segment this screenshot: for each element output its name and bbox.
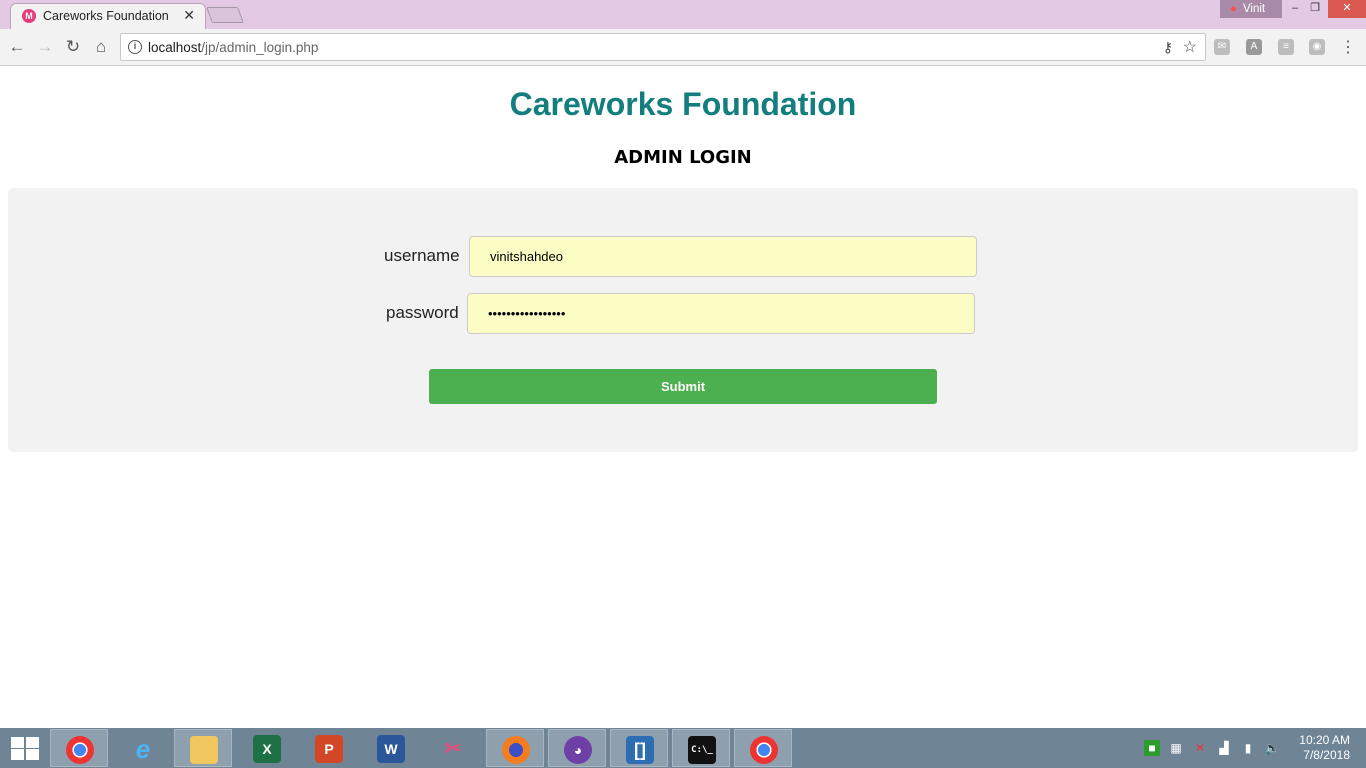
password-label: password xyxy=(386,303,459,322)
browser-titlebar: M Careworks Foundation ✕ ● Vinit – ❐ ✕ xyxy=(0,0,1366,29)
github-cat-icon: ◕ xyxy=(564,736,592,764)
taskbar-powerpoint[interactable]: P xyxy=(300,729,358,767)
reload-icon[interactable]: ↻ xyxy=(62,36,84,58)
taskbar-chrome[interactable] xyxy=(50,729,108,767)
browser-tab[interactable]: M Careworks Foundation ✕ xyxy=(10,3,206,29)
site-info-icon[interactable]: i xyxy=(128,40,142,54)
volume-icon[interactable]: 🔈 xyxy=(1264,740,1280,756)
powerpoint-icon: P xyxy=(315,735,343,763)
tray-alert-icon[interactable]: ✕ xyxy=(1192,740,1208,756)
url-host: localhost xyxy=(148,40,202,55)
username-input[interactable]: vinitshahdeo xyxy=(469,236,977,277)
clock-time: 10:20 AM xyxy=(1299,733,1350,747)
new-tab-button[interactable] xyxy=(206,7,244,23)
taskbar-ie[interactable]: e xyxy=(114,729,172,767)
word-icon: W xyxy=(377,735,405,763)
internet-explorer-icon: e xyxy=(135,734,151,764)
taskbar-clock[interactable]: 10:20 AM 7/8/2018 xyxy=(1290,733,1350,763)
key-icon[interactable]: ⚷ xyxy=(1163,39,1173,56)
browser-toolbar: ← → ↻ ⌂ i localhost/jp/admin_login.php ⚷… xyxy=(0,29,1366,66)
tray-app-icon[interactable]: ■ xyxy=(1144,740,1160,756)
taskbar-file-explorer[interactable] xyxy=(174,729,232,767)
battery-icon[interactable]: ▮ xyxy=(1240,740,1256,756)
wifi-signal-icon[interactable]: ▟ xyxy=(1216,740,1232,756)
taskbar-excel[interactable]: X xyxy=(238,729,296,767)
chrome-icon xyxy=(66,736,94,764)
page-subtitle: ADMIN LOGIN xyxy=(614,147,752,168)
scissors-icon: ✂ xyxy=(444,738,462,760)
profile-name: Vinit xyxy=(1242,3,1266,15)
page-title: Careworks Foundation xyxy=(509,86,857,122)
url-path: /jp/admin_login.php xyxy=(201,40,319,55)
site-favicon-icon: M xyxy=(22,9,36,23)
excel-icon: X xyxy=(253,735,281,763)
taskbar-chrome-2[interactable] xyxy=(734,729,792,767)
submit-button[interactable]: Submit xyxy=(429,369,937,404)
taskbar-command-prompt[interactable]: C:\_ xyxy=(672,729,730,767)
terminal-icon: C:\_ xyxy=(688,736,716,764)
tray-network-icon[interactable]: ▦ xyxy=(1168,740,1184,756)
brackets-icon: [] xyxy=(626,736,654,764)
extension-mail-icon[interactable]: ✉ xyxy=(1214,39,1230,55)
username-label: username xyxy=(384,246,460,265)
firefox-icon xyxy=(502,736,530,764)
taskbar-brackets[interactable]: [] xyxy=(610,729,668,767)
taskbar-firefox[interactable] xyxy=(486,729,544,767)
taskbar-word[interactable]: W xyxy=(362,729,420,767)
address-bar[interactable]: i localhost/jp/admin_login.php ⚷ ☆ xyxy=(120,33,1206,61)
extension-a-icon[interactable]: A xyxy=(1246,39,1262,55)
tab-title: Careworks Foundation xyxy=(43,9,169,23)
home-icon[interactable]: ⌂ xyxy=(90,36,112,58)
clock-date: 7/8/2018 xyxy=(1303,748,1350,762)
profile-button[interactable]: ● Vinit xyxy=(1220,0,1282,18)
taskbar-snipping-tool[interactable]: ✂ xyxy=(424,729,482,767)
taskbar-github-desktop[interactable]: ◕ xyxy=(548,729,606,767)
url-text[interactable]: localhost/jp/admin_login.php xyxy=(148,40,318,55)
chrome-icon xyxy=(750,736,778,764)
extension-shield-icon[interactable]: ◉ xyxy=(1309,39,1325,55)
windows-taskbar: e X P W ✂ ◕ [] C:\_ ■ ▦ ✕ ▟ ▮ 🔈 10:20 AM… xyxy=(0,728,1366,768)
login-form: username vinitshahdeo password •••••••••… xyxy=(8,188,1358,452)
bookmark-star-icon[interactable]: ☆ xyxy=(1183,37,1197,57)
tab-close-icon[interactable]: ✕ xyxy=(183,7,195,24)
folder-icon xyxy=(190,736,218,764)
forward-arrow-icon[interactable]: → xyxy=(34,36,56,58)
browser-menu-icon[interactable]: ⋮ xyxy=(1340,37,1356,57)
back-arrow-icon[interactable]: ← xyxy=(6,36,28,58)
password-input[interactable]: ••••••••••••••••• xyxy=(467,293,975,334)
windows-start-icon[interactable] xyxy=(8,736,40,760)
restore-button[interactable]: ❐ xyxy=(1302,0,1328,18)
extension-stack-icon[interactable]: ≡ xyxy=(1278,39,1294,55)
close-window-button[interactable]: ✕ xyxy=(1328,0,1366,18)
profile-icon: ● xyxy=(1230,3,1237,15)
